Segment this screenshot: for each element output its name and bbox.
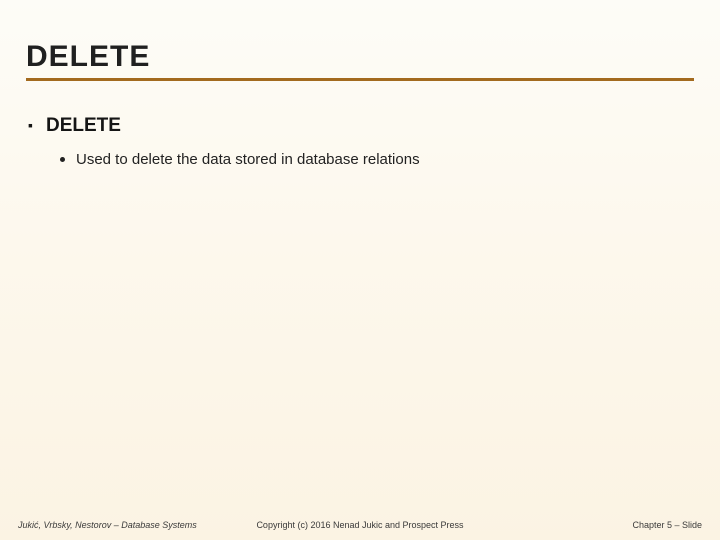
dot-bullet-icon xyxy=(60,157,65,162)
footer-slideref: Chapter 5 – Slide xyxy=(632,520,702,530)
bullet-level1: ▪ DELETE xyxy=(28,115,694,137)
title-underline xyxy=(26,78,694,81)
bullet-level2-text: Used to delete the data stored in databa… xyxy=(76,151,420,168)
content-area: ▪ DELETE Used to delete the data stored … xyxy=(28,115,694,168)
slide: DELETE ▪ DELETE Used to delete the data … xyxy=(0,0,720,540)
slide-title: DELETE xyxy=(26,40,694,77)
bullet-level1-text: DELETE xyxy=(46,115,121,136)
footer-copyright: Copyright (c) 2016 Nenad Jukic and Prosp… xyxy=(18,520,702,530)
square-bullet-icon: ▪ xyxy=(28,118,38,128)
bullet-level2: Used to delete the data stored in databa… xyxy=(28,151,694,168)
